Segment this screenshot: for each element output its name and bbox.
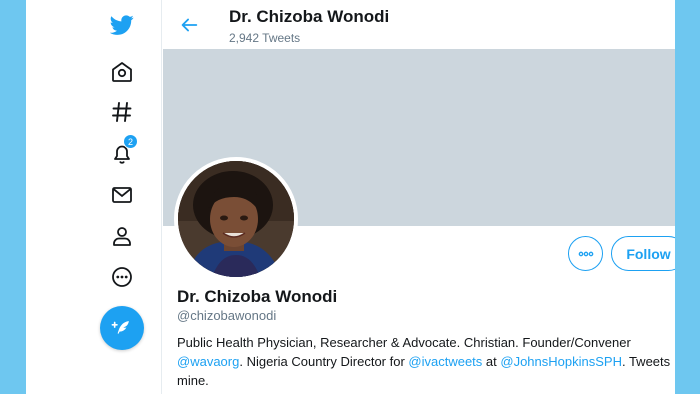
explore-hashtag-icon[interactable] xyxy=(106,96,138,128)
profile-main: Dr. Chizoba Wonodi 2,942 Tweets Follow D… xyxy=(163,0,675,394)
messages-envelope-icon[interactable] xyxy=(106,179,138,211)
more-options-icon xyxy=(578,251,593,256)
profile-person-icon[interactable] xyxy=(106,220,138,252)
notifications-bell-icon[interactable]: 2 xyxy=(106,134,138,169)
compose-tweet-button[interactable] xyxy=(100,306,144,350)
tweet-count: 2,942 Tweets xyxy=(229,31,301,45)
header-title: Dr. Chizoba Wonodi xyxy=(229,7,390,26)
back-button[interactable] xyxy=(177,13,201,37)
mention-ivactweets-link[interactable]: @ivactweets xyxy=(408,354,482,369)
avatar[interactable] xyxy=(174,157,298,281)
mention-wavaorg-link[interactable]: @wavaorg xyxy=(177,354,239,369)
more-options-button[interactable] xyxy=(568,236,603,271)
sidebar-nav: 2 xyxy=(26,0,162,394)
back-arrow-icon xyxy=(181,18,198,32)
compose-quill-icon xyxy=(111,321,129,334)
bio-text: Public Health Physician, Researcher & Ad… xyxy=(177,335,631,350)
follow-button[interactable]: Follow xyxy=(611,236,675,271)
twitter-bird-icon[interactable] xyxy=(106,9,138,41)
home-icon[interactable] xyxy=(106,56,138,88)
bio-text: at xyxy=(482,354,501,369)
bio-text: . Nigeria Country Director for xyxy=(239,354,409,369)
profile-header: Dr. Chizoba Wonodi 2,942 Tweets xyxy=(163,0,675,49)
profile-bio: Public Health Physician, Researcher & Ad… xyxy=(177,333,672,390)
more-circle-icon[interactable] xyxy=(106,261,138,293)
profile-name: Dr. Chizoba Wonodi xyxy=(177,287,338,306)
app-window: 2 Dr. Chizoba Wonodi 2,942 Tweets Follow… xyxy=(26,0,675,394)
profile-handle: @chizobawonodi xyxy=(177,308,277,323)
notifications-badge: 2 xyxy=(123,134,138,149)
mention-johnshopkinssph-link[interactable]: @JohnsHopkinsSPH xyxy=(500,354,622,369)
